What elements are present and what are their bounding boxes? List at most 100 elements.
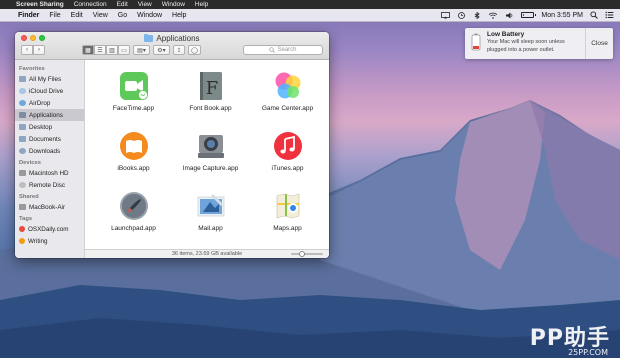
sidebar-item-icloud-drive[interactable]: iCloud Drive [15,85,84,97]
finder-window: Applications ‹ › ▦ ☰ ▥ ▭ ▤▾ ⚙▾ ⇪ ◯ Searc… [15,32,329,258]
font-book-icon: F [199,72,222,100]
all-files-icon [19,76,26,82]
menubar: Finder File Edit View Go Window Help Mon… [0,9,620,22]
menu-view[interactable]: View [93,12,108,19]
menu-window[interactable]: Window [137,12,162,19]
sidebar-item-macintosh-hd[interactable]: Macintosh HD [15,167,84,179]
sidebar-item-airdrop[interactable]: AirDrop [15,97,84,109]
screen-sharing-menubar: Screen Sharing Connection Edit View Wind… [0,0,620,9]
back-button[interactable]: ‹ [21,45,33,55]
folder-icon [144,33,154,42]
screen-mirroring-icon[interactable] [441,11,451,19]
finder-status-bar: 36 items, 23.69 GB available [85,249,329,258]
tags-button[interactable]: ◯ [188,45,201,55]
ss-menu-window[interactable]: Window [162,1,185,8]
ss-app-name[interactable]: Screen Sharing [16,1,64,8]
view-mode-buttons: ▦ ☰ ▥ ▭ [82,45,130,55]
sidebar-tag-osxdaily[interactable]: OSXDaily.com [15,223,84,235]
search-icon [269,47,276,53]
notification-close-button[interactable]: Close [585,28,613,59]
disc-icon [19,182,26,188]
ss-menu-connection[interactable]: Connection [74,1,107,8]
sidebar-item-remote-disc[interactable]: Remote Disc [15,179,84,191]
finder-toolbar: ‹ › ▦ ☰ ▥ ▭ ▤▾ ⚙▾ ⇪ ◯ Search [15,44,329,56]
menu-file[interactable]: File [49,12,60,19]
wifi-icon[interactable] [488,12,498,19]
notification-center-icon[interactable] [605,11,614,19]
battery-warning-icon [471,33,481,51]
action-gear-button[interactable]: ⚙▾ [153,45,170,55]
ss-menu-edit[interactable]: Edit [117,1,128,8]
notification-title: Low Battery [487,31,525,38]
sidebar-item-downloads[interactable]: Downloads [15,145,84,157]
search-placeholder: Search [277,47,297,53]
tag-red-dot-icon [19,226,25,232]
app-item-facetime[interactable]: FaceTime.app [95,70,172,122]
spotlight-search-icon[interactable] [590,11,598,19]
ss-menu-help[interactable]: Help [195,1,208,8]
icon-size-slider[interactable] [291,251,323,257]
ss-menu-view[interactable]: View [138,1,152,8]
app-item-font-book[interactable]: F Font Book.app [172,70,249,122]
search-field[interactable]: Search [243,45,323,55]
low-battery-notification[interactable]: Low Battery Your Mac will sleep soon unl… [465,28,613,59]
list-view-button[interactable]: ☰ [94,45,106,55]
app-label: FaceTime.app [112,105,155,112]
notification-icon-area [465,28,487,59]
menubar-clock[interactable]: Mon 3:55 PM [541,12,583,19]
sidebar-tag-writing[interactable]: Writing [15,235,84,247]
app-item-itunes[interactable]: iTunes.app [249,130,326,182]
sidebar-item-applications[interactable]: Applications [15,109,84,121]
finder-titlebar[interactable]: Applications ‹ › ▦ ☰ ▥ ▭ ▤▾ ⚙▾ ⇪ ◯ Searc… [15,32,329,60]
hard-drive-icon [19,170,26,176]
app-item-image-capture[interactable]: Image Capture.app [172,130,249,182]
notification-text-line1: Your Mac will sleep soon unless [487,39,565,45]
volume-icon[interactable] [505,12,514,19]
facetime-icon [119,72,148,100]
launchpad-icon [119,192,148,220]
sidebar-item-all-my-files[interactable]: All My Files [15,73,84,85]
app-label: Font Book.app [189,105,232,112]
app-item-ibooks[interactable]: iBooks.app [95,130,172,182]
cover-flow-button[interactable]: ▭ [118,45,130,55]
ibooks-icon [119,132,148,160]
app-item-maps[interactable]: Maps.app [249,190,326,242]
bluetooth-icon[interactable] [473,11,481,19]
applications-icon [19,112,26,118]
app-label: Image Capture.app [182,165,239,172]
app-label: Game Center.app [261,105,314,112]
sidebar-item-documents[interactable]: Documents [15,133,84,145]
column-view-button[interactable]: ▥ [106,45,118,55]
menu-edit[interactable]: Edit [71,12,83,19]
slider-knob[interactable] [298,251,305,257]
menu-help[interactable]: Help [172,12,186,19]
maps-icon [276,193,299,219]
svg-text:F: F [205,78,218,99]
sidebar-header-devices: Devices [19,160,41,166]
app-label: Launchpad.app [111,225,156,232]
battery-icon[interactable] [521,12,537,18]
forward-button[interactable]: › [33,45,45,55]
downloads-icon [19,148,26,154]
app-label: Maps.app [273,225,302,232]
app-item-launchpad[interactable]: Launchpad.app [95,190,172,242]
arrange-button[interactable]: ▤▾ [133,45,150,55]
menu-finder[interactable]: Finder [18,12,39,19]
menu-go[interactable]: Go [118,12,127,19]
cloud-icon [19,88,26,94]
sidebar-item-desktop[interactable]: Desktop [15,121,84,133]
app-item-mail[interactable]: Mail.app [172,190,249,242]
share-button[interactable]: ⇪ [173,45,185,55]
mail-icon [197,194,224,217]
documents-icon [19,136,26,142]
app-icon-grid: FaceTime.app F Font Book.app Game Center… [95,70,327,242]
sidebar-header-favorites: Favorites [19,66,45,72]
time-machine-icon[interactable] [457,11,466,19]
nav-buttons: ‹ › [21,45,45,55]
finder-content-area: FaceTime.app F Font Book.app Game Center… [85,60,329,258]
icon-view-button[interactable]: ▦ [82,45,94,55]
app-label: Mail.app [198,225,223,232]
sidebar-item-macbook-air[interactable]: MacBook-Air [15,201,84,213]
app-label: iTunes.app [271,165,304,172]
app-item-game-center[interactable]: Game Center.app [249,70,326,122]
